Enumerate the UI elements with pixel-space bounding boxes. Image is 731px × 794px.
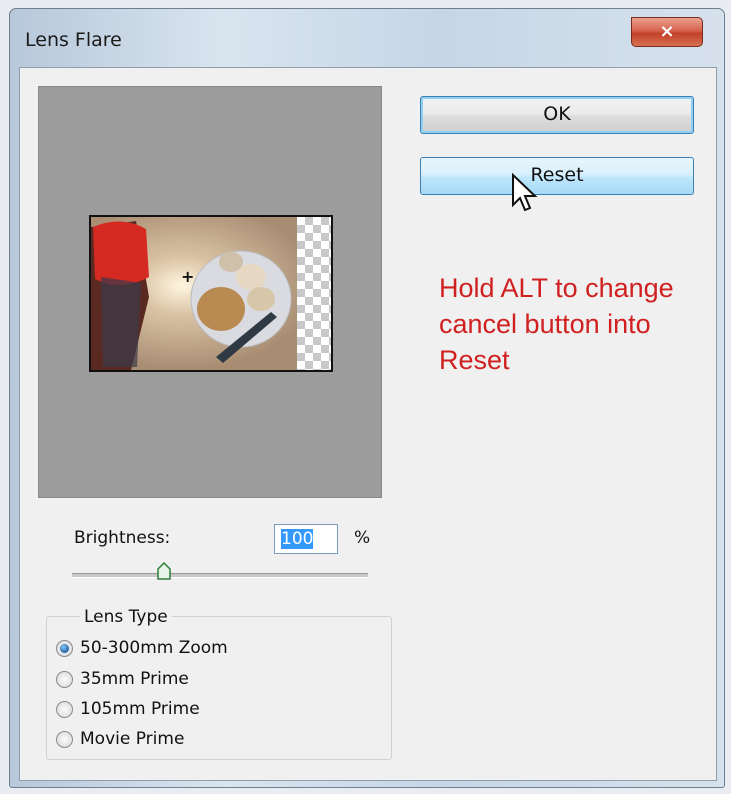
lens-type-legend: Lens Type — [80, 607, 172, 627]
preview-photo — [91, 217, 331, 370]
radio-label-50-300mm-zoom[interactable]: 50-300mm Zoom — [80, 638, 228, 658]
brightness-value: 100 — [281, 529, 314, 549]
radio-label-35mm-prime[interactable]: 35mm Prime — [80, 669, 189, 689]
close-icon: × — [659, 21, 675, 42]
ok-button[interactable]: OK — [420, 96, 694, 134]
brightness-unit: % — [354, 528, 371, 548]
radio-movie-prime[interactable] — [56, 731, 73, 748]
brightness-slider-thumb[interactable] — [157, 562, 171, 580]
dialog-title: Lens Flare — [25, 29, 122, 51]
radio-105mm-prime[interactable] — [56, 701, 73, 718]
close-button[interactable]: × — [631, 17, 703, 47]
preview-thumbnail[interactable] — [89, 215, 333, 372]
brightness-slider-track[interactable] — [72, 573, 368, 578]
preview-pane[interactable]: + — [38, 86, 382, 498]
brightness-label: Brightness: — [74, 528, 171, 548]
reset-button[interactable]: Reset — [420, 157, 694, 195]
mouse-pointer-icon — [512, 173, 538, 212]
radio-label-movie-prime[interactable]: Movie Prime — [80, 729, 184, 749]
transparency-checker — [297, 217, 331, 370]
brightness-input[interactable]: 100 — [274, 524, 338, 554]
radio-label-105mm-prime[interactable]: 105mm Prime — [80, 699, 200, 719]
radio-50-300mm-zoom[interactable] — [56, 640, 73, 657]
flare-center-crosshair-icon[interactable]: + — [181, 269, 194, 285]
radio-35mm-prime[interactable] — [56, 671, 73, 688]
title-bar[interactable]: Lens Flare × — [10, 9, 724, 69]
annotation-text: Hold ALT to change cancel button into Re… — [439, 273, 674, 375]
